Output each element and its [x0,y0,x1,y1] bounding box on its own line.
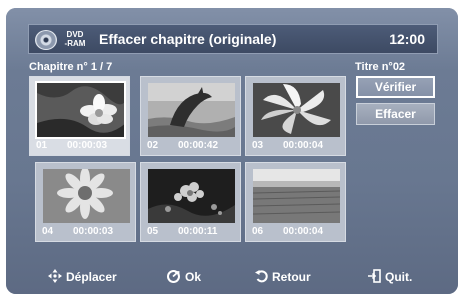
chapter-number: 05 [147,226,159,237]
chapter-time: 00:00:42 [178,140,219,151]
chapter-time: 00:00:03 [73,226,114,237]
chapter-thumbnail-01[interactable]: 01 00:00:03 [29,76,130,156]
quit-hint-label: Quit. [385,270,413,284]
chapter-time: 00:00:03 [67,140,108,151]
chapter-number: 06 [252,226,264,237]
chapter-number: 04 [42,226,54,237]
footer-bar: Déplacer Ok Retour Quit. [6,256,458,294]
chapter-number: 01 [36,140,48,151]
return-arrow-icon [255,270,268,283]
disc-type-label: DVD -RAM [59,30,91,48]
header-bar: DVD -RAM Effacer chapitre (originale) 12… [28,24,438,54]
verify-button[interactable]: Vérifier [356,76,435,98]
page-title: Effacer chapitre (originale) [99,31,277,47]
chapter-counter: Chapitre n° 1 / 7 [29,61,113,73]
disc-type-line1: DVD [66,30,84,39]
chapter-thumbnail-02[interactable]: 02 00:00:42 [140,76,241,156]
move-arrows-icon [48,269,62,283]
erase-button[interactable]: Effacer [356,103,435,125]
clock-time: 12:00 [389,31,425,47]
dolphin-icon [148,83,235,137]
ok-hint: Ok [167,269,201,284]
dvd-menu-screen: DVD -RAM Effacer chapitre (originale) 12… [6,8,458,294]
back-hint-label: Retour [272,270,311,284]
disc-icon [35,30,57,50]
chapter-time: 00:00:04 [283,140,324,151]
lily-flower-icon [253,83,340,137]
ok-hint-label: Ok [185,270,202,284]
exit-door-icon [368,269,381,283]
chapter-thumbnail-03[interactable]: 03 00:00:04 [245,76,346,156]
chapter-thumbnail-06[interactable]: 06 00:00:04 [245,162,346,242]
daisy-flower-icon [43,169,130,223]
chapter-number: 02 [147,140,159,151]
disc-type-line2: -RAM [64,39,86,48]
chapter-thumbnail-05[interactable]: 05 00:00:11 [140,162,241,242]
title-number: Titre n°02 [355,61,406,73]
back-hint: Retour [255,269,311,284]
quit-hint: Quit. [368,269,412,284]
white-flower-icon [35,81,126,139]
enter-icon [167,270,180,283]
chapter-time: 00:00:11 [178,226,218,237]
grass-field-icon [253,169,340,223]
chapter-time: 00:00:04 [283,226,324,237]
flowers-dark-icon [148,169,235,223]
chapter-thumbnail-04[interactable]: 04 00:00:03 [35,162,136,242]
move-hint: Déplacer [48,269,117,284]
chapter-number: 03 [252,140,264,151]
move-hint-label: Déplacer [66,270,117,284]
